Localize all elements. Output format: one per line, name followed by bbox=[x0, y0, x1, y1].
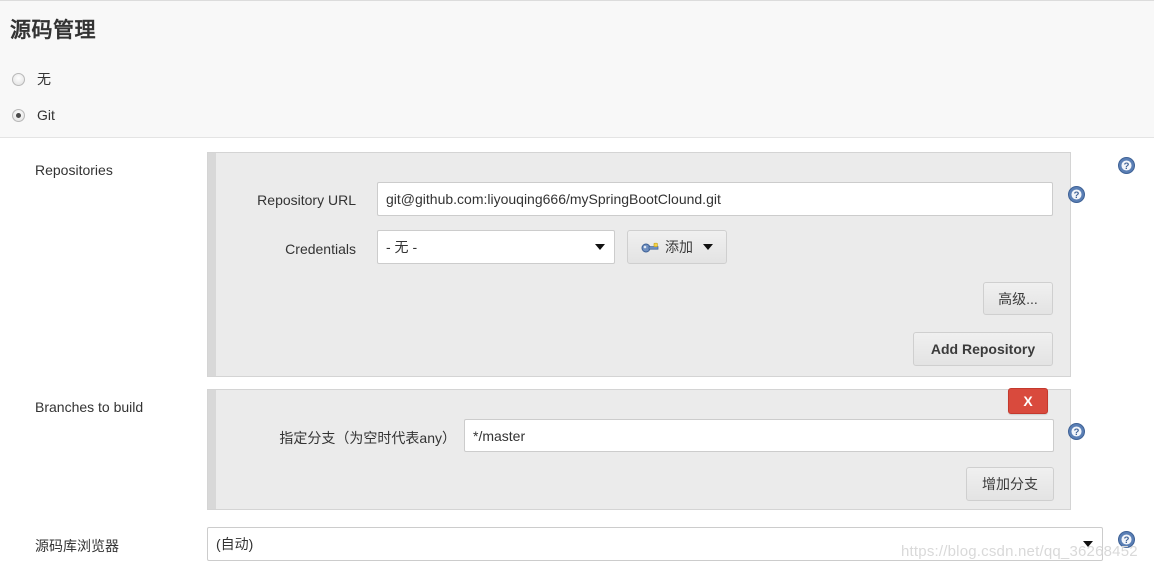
branches-panel: 指定分支（为空时代表any） 增加分支 bbox=[207, 389, 1071, 510]
repository-url-label: Repository URL bbox=[257, 192, 356, 208]
branch-specifier-input[interactable] bbox=[464, 419, 1054, 452]
scm-config-page: 源码管理 无 Git Repositories Repository URL C… bbox=[0, 0, 1154, 571]
add-credentials-button[interactable]: 添加 bbox=[627, 230, 727, 264]
branch-specifier-label: 指定分支（为空时代表any） bbox=[279, 430, 456, 446]
help-icon-repositories-section[interactable]: ? bbox=[1118, 157, 1135, 174]
help-icon-repository-browser[interactable]: ? bbox=[1118, 531, 1135, 548]
help-icon-branch-specifier[interactable]: ? bbox=[1068, 423, 1085, 440]
add-branch-label: 增加分支 bbox=[982, 476, 1038, 492]
scm-header-band: 源码管理 无 Git bbox=[0, 0, 1154, 138]
help-icon-repository-url[interactable]: ? bbox=[1068, 186, 1085, 203]
delete-branch-button[interactable]: X bbox=[1008, 388, 1048, 414]
repository-browser-label: 源码库浏览器 bbox=[35, 538, 119, 554]
repositories-panel: Repository URL Credentials - 无 - 添加 高级..… bbox=[207, 152, 1071, 377]
radio-none-label: 无 bbox=[37, 71, 51, 87]
svg-text:?: ? bbox=[1124, 535, 1130, 546]
radio-none-indicator[interactable] bbox=[12, 72, 25, 86]
page-title: 源码管理 bbox=[10, 19, 96, 42]
add-repository-label: Add Repository bbox=[930, 341, 1036, 357]
advanced-button-label: 高级... bbox=[998, 290, 1038, 307]
svg-text:?: ? bbox=[1074, 427, 1080, 438]
credentials-label: Credentials bbox=[285, 241, 356, 257]
repositories-section-label: Repositories bbox=[35, 162, 113, 178]
svg-text:?: ? bbox=[1124, 161, 1130, 172]
add-repository-button[interactable]: Add Repository bbox=[913, 332, 1053, 366]
repositories-drag-handle[interactable] bbox=[208, 153, 216, 376]
credentials-select-value: - 无 - bbox=[386, 239, 418, 255]
radio-option-none[interactable]: 无 bbox=[12, 69, 51, 89]
chevron-down-icon bbox=[595, 244, 605, 250]
repository-browser-value: (自动) bbox=[216, 536, 254, 552]
advanced-button[interactable]: 高级... bbox=[983, 282, 1053, 315]
delete-branch-label: X bbox=[1023, 393, 1033, 409]
chevron-down-icon bbox=[1083, 541, 1093, 547]
add-credentials-label: 添加 bbox=[665, 239, 693, 255]
key-icon bbox=[641, 242, 659, 253]
branches-section-label: Branches to build bbox=[35, 399, 144, 415]
branches-drag-handle[interactable] bbox=[208, 390, 216, 509]
chevron-down-icon bbox=[703, 244, 713, 250]
repository-url-input[interactable] bbox=[377, 182, 1053, 216]
svg-text:?: ? bbox=[1074, 190, 1080, 201]
radio-git-label: Git bbox=[37, 107, 55, 123]
radio-option-git[interactable]: Git bbox=[12, 107, 55, 123]
repository-browser-select[interactable]: (自动) bbox=[207, 527, 1103, 561]
radio-git-indicator[interactable] bbox=[12, 108, 25, 122]
add-branch-button[interactable]: 增加分支 bbox=[966, 467, 1054, 501]
credentials-select[interactable]: - 无 - bbox=[377, 230, 615, 264]
